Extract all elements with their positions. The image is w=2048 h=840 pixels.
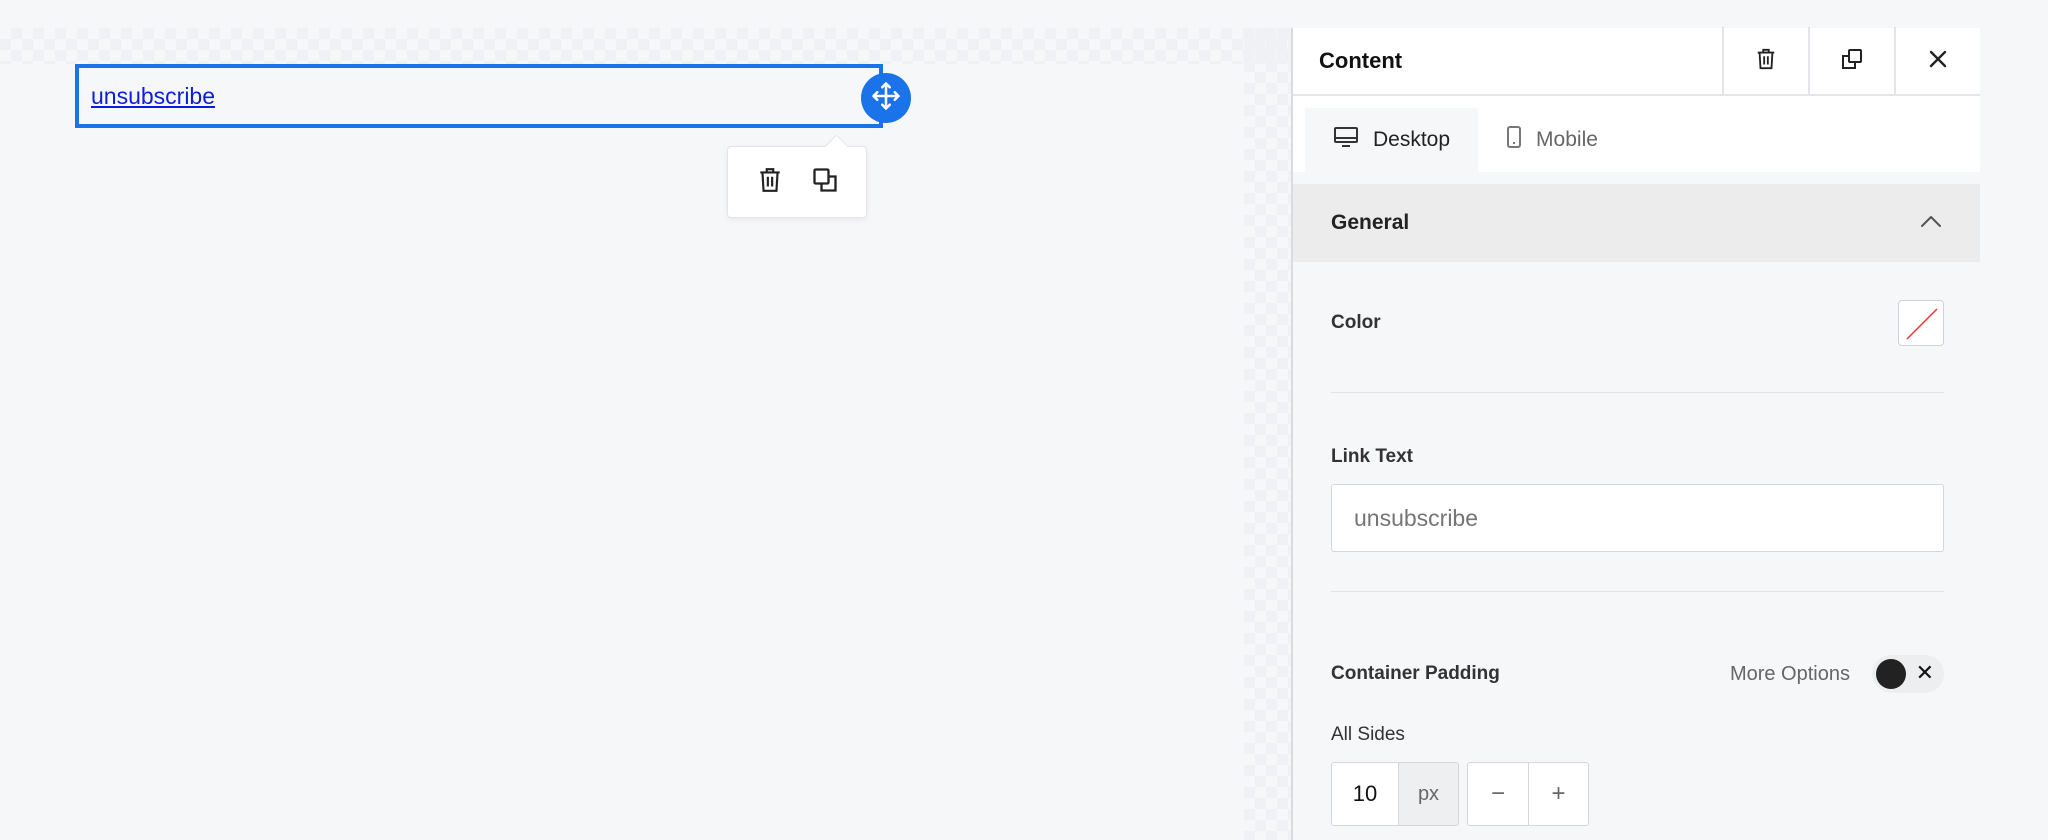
color-label: Color: [1331, 312, 1381, 333]
toggle-knob: [1876, 659, 1906, 689]
delete-button[interactable]: [1722, 27, 1808, 95]
canvas-checker-edge: [1244, 28, 1292, 840]
tab-mobile[interactable]: Mobile: [1478, 108, 1626, 172]
tab-label: Desktop: [1373, 128, 1451, 151]
section-title: General: [1331, 211, 1410, 234]
color-row: Color: [1293, 300, 1982, 346]
padding-step-buttons: − +: [1467, 762, 1589, 826]
panel-header: Content: [1293, 27, 1980, 96]
block-toolbar: [727, 146, 867, 218]
panel-title: Content: [1319, 48, 1403, 73]
divider: [1331, 591, 1944, 592]
divider: [1331, 392, 1944, 393]
all-sides-label: All Sides: [1331, 724, 1405, 745]
padding-value-input[interactable]: [1332, 763, 1398, 825]
move-handle[interactable]: [861, 73, 911, 123]
properties-panel: Content Desktop Mobile General Color Lin…: [1291, 27, 1982, 840]
selected-link-block[interactable]: unsubscribe: [75, 64, 883, 128]
move-icon: [871, 81, 901, 116]
decrement-button[interactable]: −: [1468, 763, 1528, 825]
tab-label: Mobile: [1536, 128, 1598, 151]
container-padding-label: Container Padding: [1331, 663, 1500, 684]
desktop-icon: [1333, 126, 1359, 154]
unsubscribe-link[interactable]: unsubscribe: [91, 83, 215, 110]
more-options-label: More Options: [1729, 662, 1850, 685]
close-button[interactable]: [1894, 27, 1980, 95]
block-duplicate-button[interactable]: [805, 162, 845, 202]
trash-icon: [757, 166, 783, 199]
general-section-header[interactable]: General: [1293, 184, 1980, 262]
color-swatch[interactable]: [1898, 300, 1944, 346]
device-tabs: Desktop Mobile: [1293, 96, 1980, 172]
more-options: More Options ✕: [1730, 655, 1944, 693]
canvas-checker-top: [0, 28, 1292, 64]
increment-button[interactable]: +: [1528, 763, 1588, 825]
close-icon: [1928, 49, 1948, 74]
link-text-input[interactable]: [1331, 484, 1944, 552]
duplicate-icon: [1840, 47, 1864, 76]
block-delete-button[interactable]: [750, 162, 790, 202]
padding-value-group: px: [1331, 762, 1459, 826]
container-padding-row: Container Padding More Options ✕: [1331, 655, 1944, 693]
trash-icon: [1755, 47, 1777, 76]
padding-unit: px: [1398, 763, 1458, 825]
chevron-up-icon: [1920, 214, 1942, 233]
no-color-icon: [1906, 308, 1938, 340]
tab-desktop[interactable]: Desktop: [1305, 108, 1479, 172]
duplicate-button[interactable]: [1808, 27, 1894, 95]
link-text-label: Link Text: [1331, 446, 1413, 467]
duplicate-icon: [811, 166, 839, 199]
toggle-off-icon: ✕: [1915, 660, 1934, 685]
mobile-icon: [1506, 125, 1522, 155]
more-options-toggle[interactable]: ✕: [1872, 655, 1944, 693]
padding-stepper: px − +: [1331, 762, 1589, 826]
